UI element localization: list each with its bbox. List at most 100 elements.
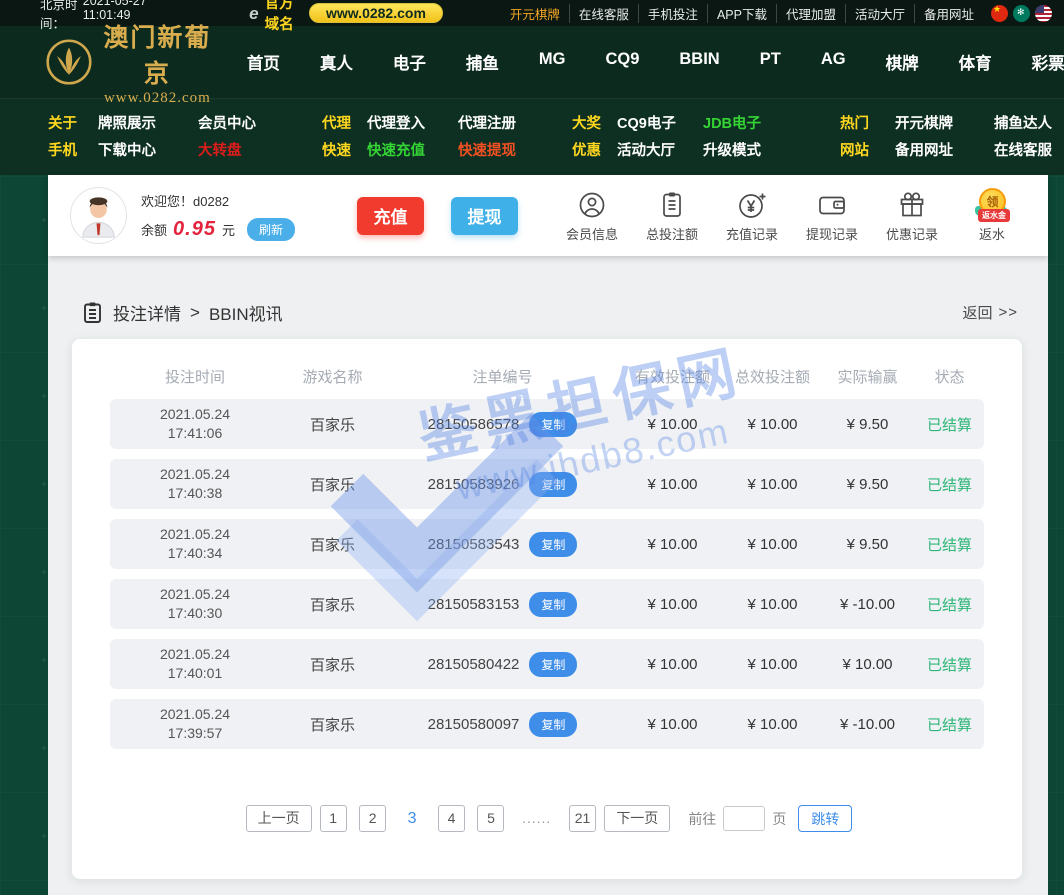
subnav-item[interactable]: 代理注册 (458, 112, 572, 133)
nav-item[interactable]: 捕鱼 (446, 50, 519, 74)
refresh-balance-button[interactable]: 刷新 (246, 217, 295, 241)
avatar[interactable] (70, 187, 127, 244)
subnav-item[interactable]: 快速充值 (367, 139, 458, 160)
subnav-item[interactable]: JDB电子 (703, 112, 840, 133)
subnav-item[interactable]: 优惠 (572, 139, 617, 160)
table-row: 2021.05.24 17:40:30 百家乐 28150583153 复制 ¥… (110, 579, 984, 629)
nav-item[interactable]: CQ9 (585, 50, 659, 74)
back-link[interactable]: 返回 >> (962, 302, 1018, 323)
copy-button[interactable]: 复制 (529, 711, 578, 737)
site-logo[interactable]: 澳门新葡京 www.0282.com (46, 18, 215, 107)
table-header-cell: 实际输赢 (837, 368, 898, 386)
total-bet-cell: ¥ 10.00 (747, 715, 798, 733)
subnav-item[interactable]: 热门 (840, 112, 895, 133)
page-jump-input[interactable] (723, 806, 766, 831)
macau-flag-icon[interactable] (1013, 4, 1030, 22)
subnav-item[interactable]: 大转盘 (198, 139, 322, 160)
total-bet-cell: ¥ 10.00 (747, 535, 798, 553)
top-link[interactable]: 手机投注 (639, 3, 708, 23)
subnav-item[interactable]: 活动大厅 (617, 139, 703, 160)
status-cell: 已结算 (926, 536, 972, 554)
copy-button[interactable]: 复制 (529, 531, 578, 557)
page-number-button[interactable]: 2 (359, 805, 387, 832)
deposit-button[interactable]: 充值 (356, 196, 424, 235)
subnav-item[interactable]: 大奖 (572, 112, 617, 133)
total-bet-cell: ¥ 10.00 (747, 655, 798, 673)
page-unit-label: 页 (772, 810, 787, 827)
subnav-item[interactable]: 下载中心 (98, 139, 198, 160)
top-links: 开元棋牌 在线客服 手机投注 APP下载 代理加盟 活动大厅 备用网址 (501, 3, 983, 23)
bet-number-cell: 28150580097 复制 (385, 711, 620, 737)
copy-button[interactable]: 复制 (529, 411, 578, 437)
nav-item[interactable]: 彩票 (1012, 50, 1064, 74)
top-link[interactable]: 开元棋牌 (501, 3, 570, 23)
bet-time-cell: 2021.05.24 17:40:38 (159, 466, 231, 501)
subnav-item[interactable]: 关于 (48, 112, 98, 133)
copy-button[interactable]: 复制 (529, 591, 578, 617)
shortcut-member-info[interactable]: 会员信息 (552, 188, 632, 243)
bet-number-cell: 28150583543 复制 (385, 531, 620, 557)
nav-item[interactable]: 真人 (300, 50, 373, 74)
prev-page-button[interactable]: 上一页 (245, 805, 312, 832)
shortcut-deposit-record[interactable]: 充值记录 (712, 188, 792, 243)
shortcut-promo-record[interactable]: 优惠记录 (872, 188, 952, 243)
usa-flag-icon[interactable] (1035, 4, 1052, 22)
withdraw-button[interactable]: 提现 (450, 196, 518, 235)
user-account-bar: 欢迎您！d0282 余额 0.95 元 刷新 充值 提现 会员信息 总投注额 充… (48, 175, 1048, 256)
total-bet-cell: ¥ 10.00 (747, 475, 798, 493)
status-cell: 已结算 (926, 716, 972, 734)
nav-item[interactable]: 棋牌 (866, 50, 939, 74)
nav-item[interactable]: 电子 (373, 50, 446, 74)
subnav-item[interactable]: 快速 (322, 139, 367, 160)
subnav-item[interactable]: 代理 (322, 112, 367, 133)
top-link[interactable]: 活动大厅 (846, 3, 915, 23)
page-number-button[interactable]: 1 (319, 805, 347, 832)
nav-item[interactable]: 首页 (227, 50, 300, 74)
bet-number: 28150583153 (427, 595, 520, 613)
china-flag-icon[interactable] (991, 4, 1008, 22)
nav-item[interactable]: 体育 (939, 50, 1012, 74)
shortcut-withdraw-record[interactable]: 提现记录 (792, 188, 872, 243)
subnav-item[interactable]: 会员中心 (198, 112, 322, 133)
shortcut-rebate[interactable]: 领 返水金 返水 (952, 188, 1032, 243)
subnav-item[interactable]: CQ9电子 (617, 112, 703, 133)
subnav-item[interactable]: 快速提现 (458, 139, 572, 160)
top-link[interactable]: APP下载 (708, 3, 777, 23)
bet-time-cell: 2021.05.24 17:40:34 (159, 526, 231, 561)
shortcut-total-bets[interactable]: 总投注额 (632, 188, 712, 243)
official-domain-pill[interactable]: www.0282.com (309, 3, 443, 23)
table-row: 2021.05.24 17:40:01 百家乐 28150580422 复制 ¥… (110, 639, 984, 689)
nav-item[interactable]: BBIN (659, 50, 739, 74)
clipboard-icon (657, 188, 687, 222)
subnav-item[interactable]: 捕鱼达人 (994, 112, 1064, 133)
page-number-button[interactable]: 3 (399, 805, 426, 832)
top-link[interactable]: 在线客服 (570, 3, 639, 23)
subnav-item[interactable]: 手机 (48, 139, 98, 160)
top-link[interactable]: 备用网址 (915, 4, 983, 23)
top-link[interactable]: 代理加盟 (777, 3, 846, 23)
nav-item[interactable]: PT (740, 50, 801, 74)
subnav-item[interactable]: 备用网址 (895, 139, 994, 160)
subnav-item[interactable]: 在线客服 (994, 139, 1064, 160)
copy-button[interactable]: 复制 (529, 651, 578, 677)
logo-title: 澳门新葡京 (103, 24, 212, 88)
nav-item[interactable]: MG (519, 50, 586, 74)
jump-button[interactable]: 跳转 (798, 805, 853, 832)
page-number-button[interactable]: ...... (517, 805, 556, 832)
status-cell: 已结算 (926, 596, 972, 614)
copy-button[interactable]: 复制 (529, 471, 578, 497)
table-row: 2021.05.24 17:41:06 百家乐 28150586578 复制 ¥… (110, 399, 984, 449)
page-number-button[interactable]: 21 (568, 805, 597, 832)
subnav-row-1: 关于 牌照展示 会员中心 代理 代理登入 代理注册 大奖 CQ9电子 JDB电子… (0, 109, 1064, 136)
subnav-item[interactable]: 开元棋牌 (895, 112, 994, 133)
next-page-button[interactable]: 下一页 (604, 805, 671, 832)
page-number-button[interactable]: 5 (477, 805, 505, 832)
subnav-item[interactable]: 升级模式 (703, 139, 840, 160)
subnav-item[interactable]: 代理登入 (367, 112, 458, 133)
subnav-item[interactable]: 网站 (840, 139, 895, 160)
nav-item[interactable]: AG (801, 50, 866, 74)
page-number-button[interactable]: 4 (438, 805, 466, 832)
subnav-item[interactable]: 牌照展示 (98, 112, 198, 133)
bet-number-cell: 28150583926 复制 (385, 471, 620, 497)
ie-browser-icon: e (249, 3, 259, 23)
